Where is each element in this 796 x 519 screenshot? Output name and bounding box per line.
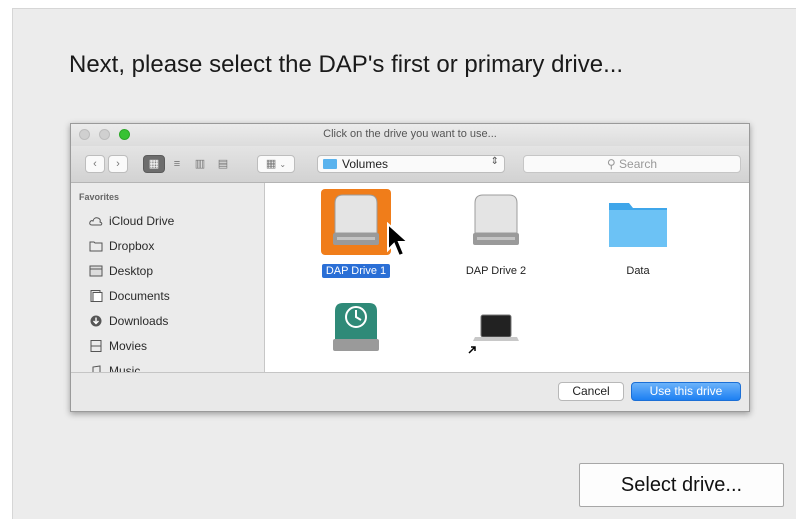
desktop-icon [89,265,103,277]
file-label: DAP Drive 2 [465,265,527,277]
chevron-right-icon: › [116,158,120,170]
sidebar-item-label: Documents [109,289,170,303]
instruction-heading: Next, please select the DAP's first or p… [69,51,624,78]
location-value: Volumes [342,157,389,171]
cancel-button[interactable]: Cancel [558,382,624,401]
sidebar-item-label: Desktop [109,264,154,278]
coverflow-icon: ▤ [217,158,229,170]
file-browser: DAP Drive 1 DAP Drive 2 Data [265,183,749,373]
select-drive-button[interactable]: Select drive... [579,463,784,507]
updown-chevron-icon: ⇕ [490,156,499,167]
sidebar-item-label: iCloud Drive [109,214,175,228]
forward-button[interactable]: › [108,155,128,173]
time-machine-drive-icon [333,303,379,351]
mouse-cursor-icon [387,222,411,258]
folder-icon [323,159,337,169]
documents-icon [90,290,103,302]
chevron-left-icon: ‹ [93,158,97,170]
sidebar-item-downloads[interactable]: Downloads [89,314,168,330]
cloud-icon [89,217,103,226]
laptop-alias-icon [468,314,519,354]
sidebar-item-dropbox[interactable]: Dropbox [89,239,154,255]
sidebar-item-movies[interactable]: Movies [89,339,147,355]
search-placeholder: Search [619,157,658,171]
folder-icon [89,241,103,252]
file-label: DAP Drive 1 [321,264,391,278]
folder-icon [609,203,667,247]
file-item-laptop[interactable] [446,295,546,366]
search-icon: ⚲ [606,157,616,171]
file-item-data[interactable]: Data [588,189,688,279]
columns-icon: ▥ [194,158,206,170]
sidebar-item-label: Movies [109,339,148,353]
back-button[interactable]: ‹ [85,155,105,173]
hard-drive-icon [321,189,391,255]
use-this-drive-button[interactable]: Use this drive [631,382,741,401]
arrange-button[interactable]: ▦ ⌄ [257,155,295,173]
dialog-title: Click on the drive you want to use... [323,128,497,140]
sidebar-item-desktop[interactable]: Desktop [89,264,153,280]
movies-icon [90,340,102,352]
arrange-grid-icon: ▦ [265,158,277,170]
downloads-icon [90,315,102,327]
dialog-toolbar: ‹ › ▦ ≡ ▥ ▤ ▦ ⌄ Volumes ⇕ ⚲ Search [71,146,749,183]
location-select[interactable]: Volumes ⇕ [317,155,505,173]
coverflow-view-button[interactable]: ▤ [212,155,234,173]
sidebar-item-documents[interactable]: Documents [89,289,170,305]
file-label: Data [626,265,650,277]
sidebar-heading: Favorites [79,192,120,202]
dialog-footer: Cancel Use this drive [71,372,749,411]
grid-icon: ▦ [148,158,160,170]
icon-view-button[interactable]: ▦ [143,155,165,173]
file-picker-screenshot: Click on the drive you want to use... ‹ … [70,123,750,412]
sidebar-item-icloud-drive[interactable]: iCloud Drive [89,214,174,230]
file-item-dap-drive-2[interactable]: DAP Drive 2 [446,189,546,279]
sidebar: Favorites iCloud Drive Dropbox Desktop D… [71,183,265,373]
sidebar-item-label: Downloads [109,314,169,328]
list-view-button[interactable]: ≡ [166,155,188,173]
dialog-titlebar: Click on the drive you want to use... [71,124,749,146]
search-input[interactable]: ⚲ Search [523,155,741,173]
file-item-time-machine[interactable] [306,295,406,366]
list-icon: ≡ [173,158,181,170]
chevron-down-icon: ⌄ [279,160,287,169]
column-view-button[interactable]: ▥ [189,155,211,173]
sidebar-item-label: Dropbox [109,239,155,253]
hard-drive-icon [473,194,519,245]
